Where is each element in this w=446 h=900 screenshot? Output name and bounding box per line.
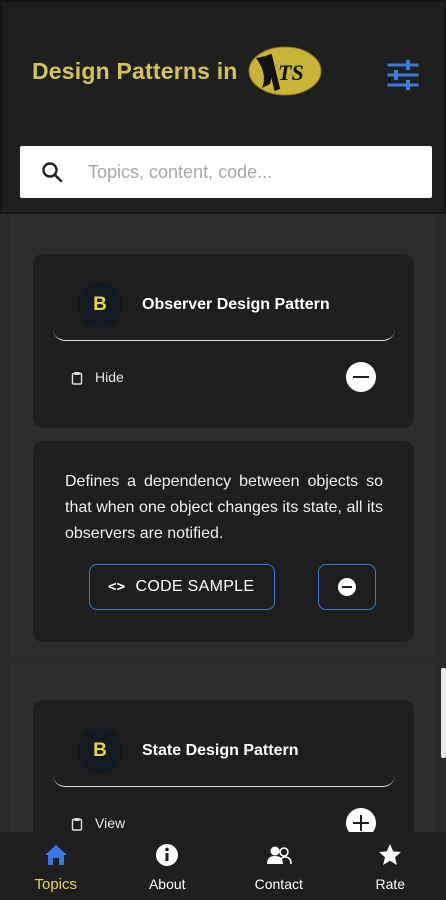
view-toggle-label[interactable]: View <box>95 815 125 831</box>
sliders-icon[interactable] <box>386 59 420 91</box>
nav-label: About <box>148 876 186 892</box>
nav-item-contact[interactable]: Contact <box>223 832 335 900</box>
clipboard-icon <box>71 372 83 385</box>
topic-badge: B <box>77 282 123 328</box>
hide-toggle-label[interactable]: Hide <box>95 369 124 385</box>
divider <box>53 773 395 787</box>
logo-text: TS <box>278 60 304 85</box>
search-icon[interactable] <box>40 160 64 184</box>
app-header: Design Patterns in TS <box>0 0 446 214</box>
typescript-logo-icon: TS <box>248 46 322 96</box>
minus-icon <box>353 375 369 379</box>
search-bar[interactable] <box>20 146 432 198</box>
nav-label: Contact <box>254 876 303 892</box>
topic-badge: B <box>77 728 123 774</box>
topic-card-state[interactable]: B State Design Pattern View <box>33 700 414 832</box>
nav-label: Rate <box>375 876 406 892</box>
star-icon <box>379 844 402 865</box>
app-title: Design Patterns in <box>32 58 238 84</box>
nav-item-about[interactable]: About <box>112 832 224 900</box>
hide-detail-button[interactable] <box>318 564 376 610</box>
contact-icon <box>266 846 292 865</box>
topics-list[interactable]: B Observer Design Pattern Hide Defines a… <box>0 214 446 832</box>
code-sample-button[interactable]: <> CODE SAMPLE <box>89 564 275 610</box>
search-input[interactable] <box>88 156 418 188</box>
home-icon <box>44 845 67 865</box>
nav-item-topics[interactable]: Topics <box>0 832 112 900</box>
collapse-button[interactable] <box>346 362 376 392</box>
info-icon <box>156 844 179 866</box>
code-icon: <> <box>108 579 126 595</box>
topic-title: Observer Design Pattern <box>142 296 330 313</box>
nav-item-rate[interactable]: Rate <box>335 832 446 900</box>
topic-detail-card: Defines a dependency between objects so … <box>33 441 414 642</box>
topic-title: State Design Pattern <box>142 742 299 759</box>
code-sample-label: CODE SAMPLE <box>135 578 255 595</box>
topic-description: Defines a dependency between objects so … <box>65 473 383 542</box>
divider <box>53 327 395 341</box>
clipboard-icon <box>71 818 83 831</box>
nav-label: Topics <box>34 876 78 893</box>
topic-card-observer[interactable]: B Observer Design Pattern Hide <box>33 254 414 428</box>
scrollbar-thumb[interactable] <box>441 668 446 758</box>
bottom-navigation: Topics About Contact Rate <box>0 832 446 900</box>
minus-circle-icon <box>338 578 356 596</box>
expand-button[interactable] <box>346 808 376 832</box>
